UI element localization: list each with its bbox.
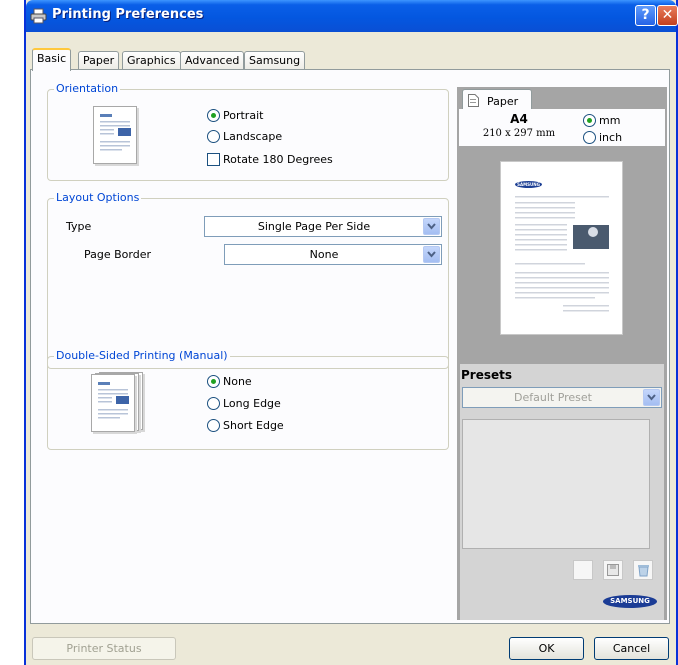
radio-empty-icon bbox=[207, 418, 220, 432]
double-sided-group: Double-Sided Printing (Manual) None Long… bbox=[47, 349, 449, 450]
page-preview: SAMSUNG bbox=[500, 161, 623, 335]
radio-selected-icon bbox=[207, 374, 220, 388]
samsung-logo: SAMSUNG bbox=[603, 595, 657, 608]
page-border-label: Page Border bbox=[84, 248, 152, 261]
layout-type-value: Single Page Per Side bbox=[257, 220, 371, 233]
save-icon bbox=[607, 564, 619, 576]
chevron-down-icon[interactable] bbox=[423, 218, 440, 235]
basic-tab-panel: Orientation Portrait Landscape Rotate 18… bbox=[30, 69, 670, 624]
layout-options-legend: Layout Options bbox=[54, 191, 142, 204]
preview-tab-label: Paper bbox=[487, 95, 519, 108]
unit-inch-radio[interactable]: inch bbox=[583, 129, 622, 145]
ok-button[interactable]: OK bbox=[509, 637, 584, 660]
presets-value: Default Preset bbox=[514, 391, 592, 404]
paper-info: A4 210 x 297 mm mm inch bbox=[459, 109, 665, 146]
preview-paper-tab[interactable]: Paper bbox=[462, 89, 532, 111]
type-label: Type bbox=[66, 220, 92, 233]
presets-list[interactable] bbox=[462, 419, 650, 549]
tab-samsung[interactable]: Samsung bbox=[244, 51, 306, 70]
duplex-none-radio[interactable]: None bbox=[207, 373, 252, 389]
preview-text-lines bbox=[515, 196, 609, 312]
title-bar[interactable]: Printing Preferences ? ✕ bbox=[26, 0, 678, 32]
orientation-group: Orientation Portrait Landscape Rotate 18… bbox=[47, 82, 449, 181]
orientation-legend: Orientation bbox=[54, 82, 121, 95]
radio-selected-icon bbox=[207, 108, 220, 122]
landscape-radio[interactable]: Landscape bbox=[207, 128, 282, 144]
chevron-down-icon[interactable] bbox=[643, 389, 660, 406]
chevron-down-icon[interactable] bbox=[423, 246, 440, 263]
trash-icon bbox=[638, 565, 649, 577]
tab-graphics[interactable]: Graphics bbox=[122, 51, 181, 70]
tab-paper[interactable]: Paper bbox=[78, 51, 120, 70]
layout-type-select[interactable]: Single Page Per Side bbox=[204, 216, 442, 237]
duplex-document-icon bbox=[91, 374, 135, 432]
page-border-select[interactable]: None bbox=[224, 244, 442, 265]
portrait-radio[interactable]: Portrait bbox=[207, 107, 263, 123]
paper-dimensions: 210 x 297 mm bbox=[482, 128, 556, 139]
radio-empty-icon bbox=[207, 129, 220, 143]
long-edge-label: Long Edge bbox=[223, 396, 281, 410]
short-edge-radio[interactable]: Short Edge bbox=[207, 417, 284, 433]
printing-preferences-window: Printing Preferences ? ✕ Basic Paper Gra… bbox=[24, 0, 678, 665]
double-sided-legend: Double-Sided Printing (Manual) bbox=[54, 349, 230, 362]
tab-basic[interactable]: Basic bbox=[32, 48, 72, 71]
window-title: Printing Preferences bbox=[52, 7, 204, 22]
new-preset-button[interactable] bbox=[573, 560, 593, 580]
unit-mm-radio[interactable]: mm bbox=[583, 112, 620, 128]
printer-icon bbox=[30, 8, 47, 24]
paper-size-label: A4 bbox=[510, 112, 528, 126]
duplex-none-label: None bbox=[223, 374, 252, 388]
rotate-label: Rotate 180 Degrees bbox=[223, 152, 333, 166]
page-border-value: None bbox=[309, 248, 339, 261]
landscape-label: Landscape bbox=[223, 129, 283, 143]
long-edge-radio[interactable]: Long Edge bbox=[207, 395, 281, 411]
page-icon bbox=[468, 94, 479, 107]
delete-preset-button[interactable] bbox=[633, 560, 653, 580]
radio-empty-icon bbox=[583, 130, 596, 144]
radio-selected-icon bbox=[583, 113, 596, 127]
cancel-button[interactable]: Cancel bbox=[594, 637, 669, 660]
close-button[interactable]: ✕ bbox=[657, 5, 678, 26]
portrait-label: Portrait bbox=[223, 108, 264, 122]
unit-inch-label: inch bbox=[599, 130, 623, 144]
unit-mm-label: mm bbox=[599, 113, 621, 127]
presets-panel: Presets Default Preset SAMSUNG bbox=[460, 364, 664, 620]
rotate-180-checkbox[interactable]: Rotate 180 Degrees bbox=[207, 151, 333, 167]
tab-advanced[interactable]: Advanced bbox=[180, 51, 245, 70]
save-preset-button[interactable] bbox=[603, 560, 623, 580]
presets-title: Presets bbox=[461, 368, 513, 382]
presets-select[interactable]: Default Preset bbox=[462, 387, 662, 408]
radio-empty-icon bbox=[207, 396, 220, 410]
short-edge-label: Short Edge bbox=[223, 418, 284, 432]
checkbox-empty-icon bbox=[207, 152, 220, 166]
printer-status-button[interactable]: Printer Status bbox=[32, 637, 176, 660]
layout-options-group: Layout Options Type Single Page Per Side… bbox=[47, 191, 449, 369]
preview-pane: Paper A4 210 x 297 mm mm inch SAMSUNG Pr… bbox=[457, 87, 667, 620]
help-button[interactable]: ? bbox=[635, 5, 656, 26]
portrait-document-icon bbox=[93, 106, 137, 164]
